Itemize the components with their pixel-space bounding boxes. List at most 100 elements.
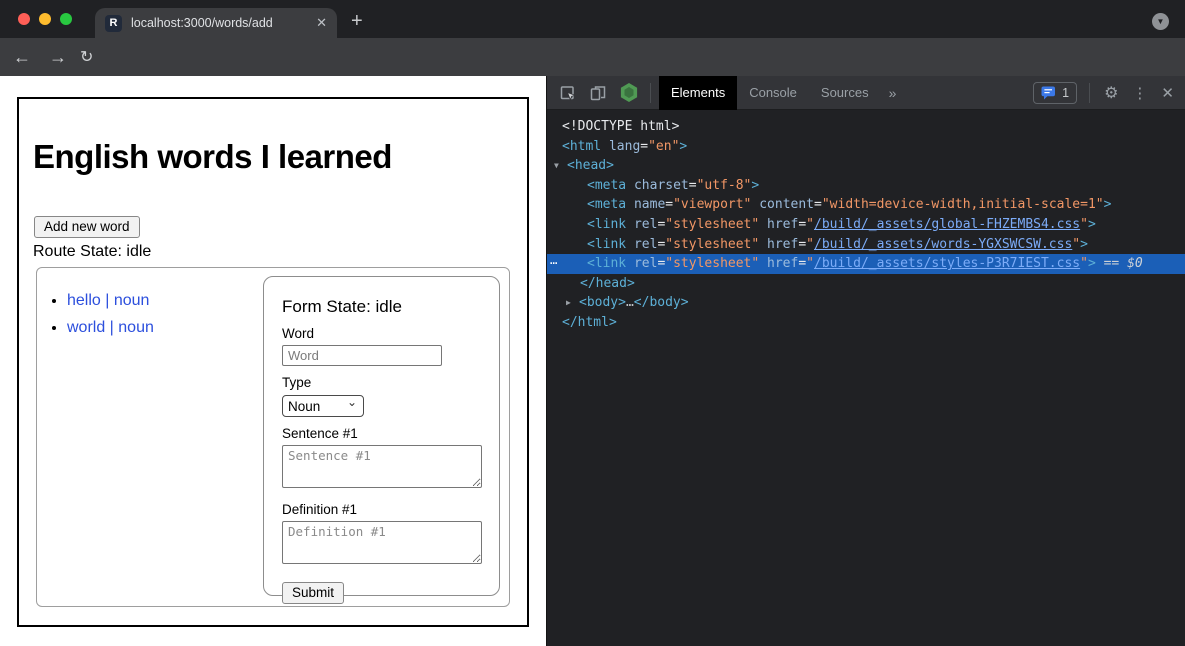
type-label: Type (282, 375, 481, 390)
code-token-def: = (798, 237, 806, 252)
definition-label: Definition #1 (282, 502, 481, 517)
code-token-val: " (1072, 237, 1080, 252)
code-token-arrow: ▼ (554, 156, 567, 176)
word-input[interactable] (282, 345, 442, 366)
dom-tree: <!DOCTYPE html><html lang="en">▼<head><m… (547, 110, 1185, 646)
code-token-tag: <link (587, 237, 626, 252)
tab-search-chevron-icon[interactable]: ▼ (1152, 13, 1169, 30)
add-word-form: Form State: idle Word Type Noun Sentence… (263, 276, 500, 596)
code-token-attr: content (751, 197, 814, 212)
code-token-link: /build/_assets/words-YGXSWCSW.css (814, 237, 1072, 252)
word-link-hello[interactable]: hello | noun (67, 292, 149, 309)
devtools-panel: Elements Console Sources » 1 ⚙ ⋮ ✕ <!DOC… (546, 76, 1185, 646)
code-line[interactable]: <link rel="stylesheet" href="/build/_ass… (547, 215, 1185, 235)
tab-elements[interactable]: Elements (659, 76, 737, 110)
vue-devtools-extension-icon[interactable] (620, 83, 638, 102)
add-new-word-button[interactable]: Add new word (34, 216, 140, 238)
code-token-tag: > (1104, 197, 1112, 212)
more-tabs-icon[interactable]: » (881, 85, 905, 101)
code-token-tag: > (679, 139, 687, 154)
code-line[interactable]: <meta name="viewport" content="width=dev… (547, 195, 1185, 215)
page-title: English words I learned (33, 138, 392, 176)
tab-strip: R localhost:3000/words/add ✕ + ▼ (0, 0, 1185, 38)
type-select[interactable]: Noun (282, 395, 364, 417)
code-token-attr: charset (626, 178, 689, 193)
issues-counter[interactable]: 1 (1033, 82, 1077, 104)
code-token-val: "en" (648, 139, 679, 154)
code-line[interactable]: ▶<body>…</body> (547, 293, 1185, 313)
form-state-text: Form State: idle (282, 297, 481, 317)
tab-close-icon[interactable]: ✕ (316, 15, 327, 31)
code-token-tag: <body> (579, 295, 626, 310)
code-token-attr: href (759, 256, 798, 271)
devtools-toolbar: Elements Console Sources » 1 ⚙ ⋮ ✕ (547, 76, 1185, 110)
code-line[interactable]: </html> (547, 313, 1185, 333)
list-item: world | noun (67, 319, 154, 337)
line-menu-dots-icon[interactable]: ⋯ (550, 254, 558, 274)
definition-textarea[interactable] (282, 521, 482, 564)
list-item: hello | noun (67, 292, 154, 310)
code-token-link: /build/_assets/styles-P3R7IEST.css (814, 256, 1080, 271)
code-token-val: "stylesheet" (665, 217, 759, 232)
tab-sources[interactable]: Sources (809, 76, 881, 110)
code-token-attr: href (759, 217, 798, 232)
vue-devtools-inner (624, 87, 634, 98)
device-toolbar-icon[interactable] (589, 84, 607, 102)
code-line[interactable]: </head> (547, 274, 1185, 294)
word-label: Word (282, 326, 481, 341)
submit-button[interactable]: Submit (282, 582, 344, 604)
remix-favicon-icon: R (105, 15, 122, 32)
settings-gear-icon[interactable]: ⚙ (1104, 83, 1118, 103)
code-token-tag: </html> (562, 315, 617, 330)
code-token-tag: > (751, 178, 759, 193)
code-token-val: " (806, 256, 814, 271)
browser-tab[interactable]: R localhost:3000/words/add ✕ (95, 8, 337, 38)
code-token-tag: <meta (587, 178, 626, 193)
reload-button[interactable]: ↻ (80, 38, 93, 76)
sentence-textarea[interactable] (282, 445, 482, 488)
toolbar-divider (650, 83, 651, 103)
tab-title: localhost:3000/words/add (131, 16, 308, 30)
code-token-tag: </head> (580, 276, 635, 291)
code-token-tag: <html (562, 139, 601, 154)
code-token-def: = (665, 197, 673, 212)
word-link-world[interactable]: world | noun (67, 319, 154, 336)
web-page: English words I learned Add new word Rou… (0, 76, 546, 646)
devtools-menu-icon[interactable]: ⋮ (1132, 84, 1147, 102)
devtools-close-icon[interactable]: ✕ (1161, 84, 1174, 102)
code-token-ell: … (626, 295, 634, 310)
code-token-val: "utf-8" (697, 178, 752, 193)
new-tab-button[interactable]: + (351, 10, 363, 33)
issues-bubble-icon (1041, 86, 1056, 100)
code-token-val: "stylesheet" (665, 256, 759, 271)
macos-close-button[interactable] (18, 13, 30, 25)
code-token-def: <!DOCTYPE html> (562, 119, 679, 134)
code-token-val: " (806, 217, 814, 232)
code-token-val: " (1080, 217, 1088, 232)
code-token-def: = (798, 256, 806, 271)
code-line[interactable]: <html lang="en"> (547, 137, 1185, 157)
code-line-selected[interactable]: ⋯<link rel="stylesheet" href="/build/_as… (547, 254, 1185, 274)
forward-button[interactable]: → (49, 38, 67, 76)
type-select-wrap: Noun (282, 395, 364, 417)
code-line[interactable]: ▼<head> (547, 156, 1185, 176)
issues-count: 1 (1062, 86, 1069, 100)
code-line[interactable]: <meta charset="utf-8"> (547, 176, 1185, 196)
route-state-text: Route State: idle (33, 243, 151, 261)
code-line[interactable]: <link rel="stylesheet" href="/build/_ass… (547, 235, 1185, 255)
code-line[interactable]: <!DOCTYPE html> (547, 117, 1185, 137)
code-token-tag: </body> (634, 295, 689, 310)
tab-console[interactable]: Console (737, 76, 809, 110)
macos-minimize-button[interactable] (39, 13, 51, 25)
back-button[interactable]: ← (13, 38, 31, 76)
code-token-tag: <meta (587, 197, 626, 212)
macos-fullscreen-button[interactable] (60, 13, 72, 25)
code-token-attr: href (759, 237, 798, 252)
browser-toolbar: ← → ↻ ⓘ localhost:3000/words/add ☆ Incog… (0, 38, 1185, 76)
code-token-attr: name (626, 197, 665, 212)
code-token-tag: > (1080, 237, 1088, 252)
browser-window: R localhost:3000/words/add ✕ + ▼ ← → ↻ ⓘ… (0, 0, 1185, 646)
inspect-element-icon[interactable] (559, 84, 577, 102)
code-token-val: " (1080, 256, 1088, 271)
code-token-val: "viewport" (673, 197, 751, 212)
